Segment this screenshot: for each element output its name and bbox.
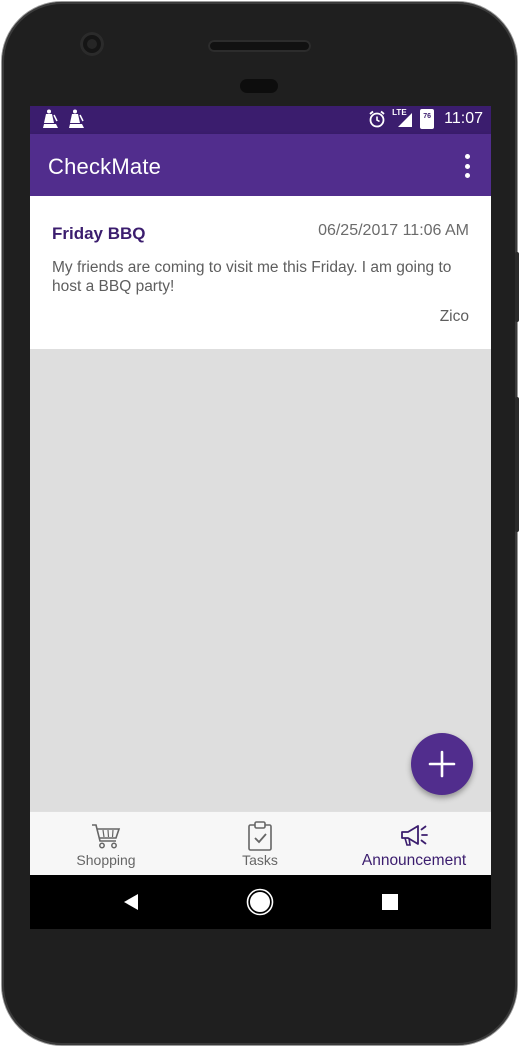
- home-circle-icon[interactable]: [246, 888, 274, 916]
- announcement-card[interactable]: Friday BBQ 06/25/2017 11:06 AM My friend…: [30, 196, 491, 349]
- clipboard-check-icon: [248, 821, 272, 851]
- system-navigation-bar: [30, 875, 491, 929]
- announcement-body: My friends are coming to visit me this F…: [52, 259, 452, 295]
- more-vert-icon[interactable]: [457, 154, 477, 178]
- app-bar: CheckMate: [30, 134, 491, 196]
- announcement-datetime: 06/25/2017 11:06 AM: [318, 222, 469, 239]
- notification-icons: [42, 109, 86, 129]
- battery-level: 76: [423, 113, 432, 120]
- clock: 11:07: [444, 110, 483, 127]
- nav-item-shopping[interactable]: Shopping: [50, 812, 162, 876]
- chess-bishop-notification-icon: [69, 109, 84, 128]
- earpiece-speaker: [208, 40, 311, 52]
- app-title: CheckMate: [48, 154, 162, 179]
- lte-signal-icon: LTE: [392, 108, 414, 129]
- recents-square-icon[interactable]: [381, 893, 399, 911]
- announcement-author: Zico: [439, 308, 469, 325]
- status-icons: LTE 76 11:07: [368, 108, 483, 129]
- screen: LTE 76 11:07 CheckMate Friday BBQ 06/25/…: [30, 106, 491, 929]
- shopping-cart-icon: [92, 824, 121, 849]
- status-bar: LTE 76 11:07: [30, 106, 491, 134]
- power-button: [515, 252, 519, 322]
- nav-label-shopping: Shopping: [76, 852, 136, 868]
- nav-label-tasks: Tasks: [242, 852, 278, 868]
- battery-icon: 76: [420, 109, 435, 129]
- chess-bishop-notification-icon: [43, 109, 58, 128]
- announcement-list: Friday BBQ 06/25/2017 11:06 AM My friend…: [30, 196, 491, 349]
- proximity-sensor: [240, 79, 278, 93]
- front-camera: [80, 32, 104, 56]
- nav-item-tasks[interactable]: Tasks: [204, 812, 316, 876]
- phone-frame: LTE 76 11:07 CheckMate Friday BBQ 06/25/…: [2, 2, 519, 1045]
- bottom-navigation: Shopping Tasks Announcement: [30, 811, 491, 876]
- add-announcement-button[interactable]: [411, 733, 473, 795]
- nav-item-announcement[interactable]: Announcement: [352, 812, 476, 876]
- volume-button: [515, 397, 519, 532]
- megaphone-icon: [401, 825, 428, 846]
- plus-icon: [428, 750, 456, 778]
- announcement-title: Friday BBQ: [52, 224, 146, 243]
- back-triangle-icon[interactable]: [121, 892, 141, 912]
- alarm-icon: [369, 110, 385, 128]
- nav-label-announcement: Announcement: [361, 852, 467, 869]
